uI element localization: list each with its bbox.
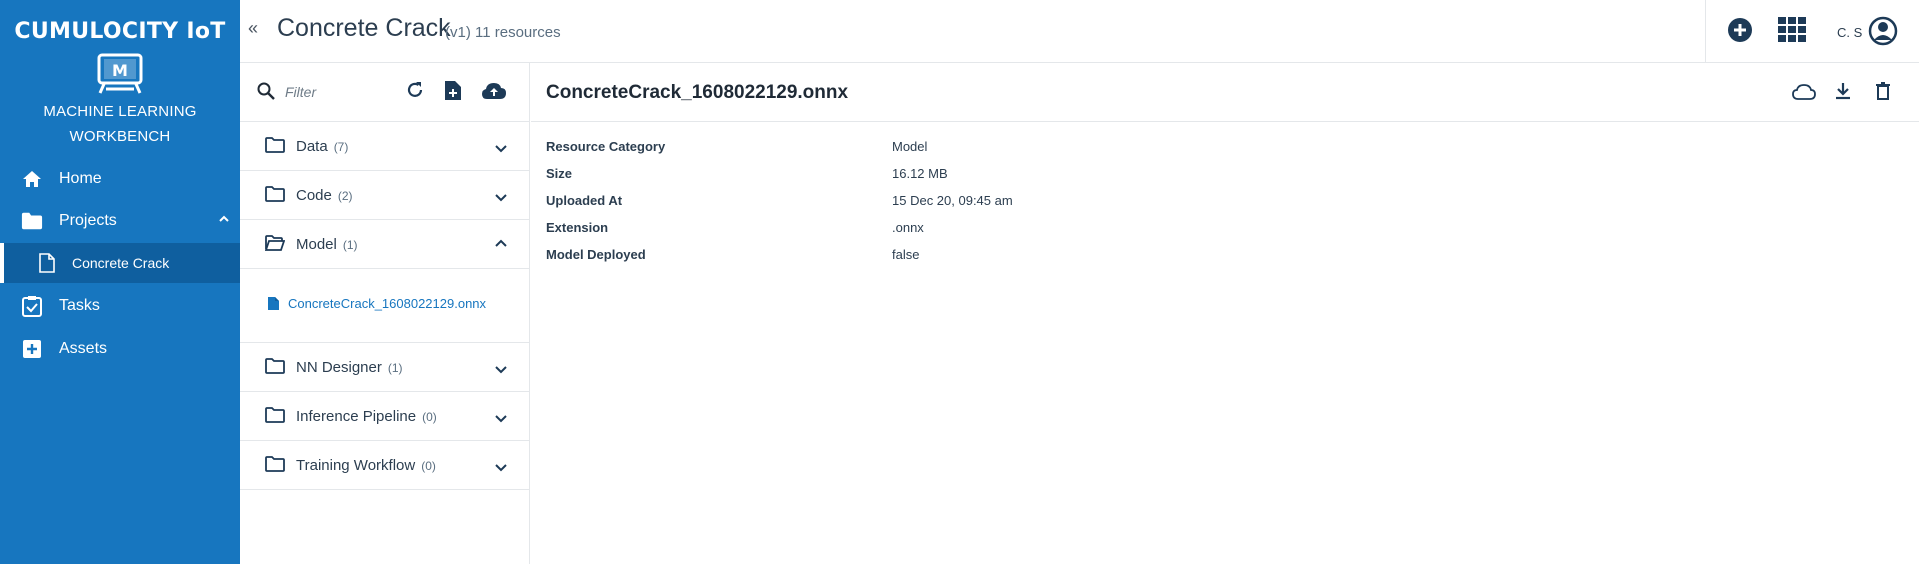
property-row: Model Deployed false [546,247,919,262]
home-icon [21,168,43,190]
group-name: Training Workflow [296,457,416,474]
nav-assets-label: Assets [59,339,108,357]
details-header: ConcreteCrack_1608022129.onnx [531,63,1919,122]
cloud-upload-icon[interactable] [481,82,507,105]
chevron-down-icon [495,361,507,379]
property-key: Size [546,166,573,181]
property-row: Extension .onnx [546,220,924,235]
nav-project-concrete-crack[interactable]: Concrete Crack [0,243,240,283]
group-label: NN Designer (1) [296,359,403,376]
nav-tasks[interactable]: Tasks [0,285,240,326]
nav-project-label: Concrete Crack [72,255,170,271]
delete-icon[interactable] [1876,82,1890,105]
property-row: Size 16.12 MB [546,166,948,181]
clipboard-check-icon [21,295,43,317]
sidebar: CUMULOCITY IoT M MACHINE LEARNING WORKBE… [0,0,240,564]
chevron-down-icon [495,459,507,477]
nav-projects-label: Projects [59,211,117,229]
property-row: Resource Category Model [546,139,927,154]
cloud-icon[interactable] [1792,84,1816,105]
group-name: Inference Pipeline [296,408,417,425]
group-model[interactable]: Model (1) [240,220,529,269]
nav-home-label: Home [59,169,102,187]
group-data[interactable]: Data (7) [240,122,529,171]
page-subtitle: (v1) 11 resources [445,24,561,41]
page-title: Concrete Crack [277,14,451,42]
group-label: Model (1) [296,236,358,253]
group-count: (0) [422,410,437,424]
property-value: 16.12 MB [892,166,948,181]
chevron-up-icon [218,212,230,230]
file-icon [268,297,279,310]
app-switcher-grid-icon[interactable] [1778,17,1806,48]
chevron-down-icon [495,189,507,207]
folder-icon [265,358,285,379]
chevron-down-icon [495,140,507,158]
nav-home[interactable]: Home [0,158,240,199]
group-code[interactable]: Code (2) [240,171,529,220]
folder-icon [265,137,285,158]
resource-details: ConcreteCrack_1608022129.onnx Resource C… [531,63,1919,564]
add-circle-icon[interactable] [1727,17,1753,48]
model-file-name: ConcreteCrack_1608022129.onnx [288,296,487,311]
folder-icon [265,456,285,477]
group-inference-pipeline[interactable]: Inference Pipeline (0) [240,392,529,441]
svg-text:M: M [112,61,128,80]
nav-assets[interactable]: Assets [0,328,240,369]
add-file-icon[interactable] [444,80,462,106]
property-value: Model [892,139,928,154]
group-count: (7) [333,140,349,154]
property-key: Resource Category [546,139,666,154]
group-count: (1) [342,238,358,252]
property-value: 15 Dec 20, 09:45 am [892,193,1013,208]
add-box-icon [21,338,43,360]
details-title: ConcreteCrack_1608022129.onnx [546,82,849,103]
download-icon[interactable] [1835,82,1851,105]
folder-icon [21,210,43,232]
folder-icon [265,186,285,207]
property-row: Uploaded At 15 Dec 20, 09:45 am [546,193,1013,208]
group-label: Data (7) [296,138,348,155]
model-file-link[interactable]: ConcreteCrack_1608022129.onnx [268,296,486,311]
filter-toolbar [240,63,529,122]
chevron-down-icon [495,410,507,428]
app-name-line1: MACHINE LEARNING [43,103,197,120]
user-initials[interactable]: C. S [1837,25,1862,40]
search-icon [257,82,275,105]
property-key: Uploaded At [546,193,623,208]
property-value: false [892,247,920,262]
user-account-icon[interactable] [1868,16,1898,51]
group-name: NN Designer [296,359,382,376]
property-key: Model Deployed [546,247,646,262]
group-count: (0) [421,459,436,473]
app-name-line2: WORKBENCH [69,128,171,145]
group-nn-designer[interactable]: NN Designer (1) [240,343,529,392]
group-label: Training Workflow (0) [296,457,436,474]
folder-icon [265,407,285,428]
property-value: .onnx [892,220,924,235]
top-header: « Concrete Crack (v1) 11 resources C. S [240,0,1919,63]
group-label: Inference Pipeline (0) [296,408,437,425]
group-name: Data [296,138,328,155]
group-label: Code (2) [296,187,353,204]
resource-panel: Data (7) Code (2) Model (1) ConcreteCrack_1… [240,63,530,564]
group-name: Code [296,187,332,204]
header-divider [1705,0,1706,63]
group-model-contents: ConcreteCrack_1608022129.onnx [240,269,529,343]
group-count: (1) [387,361,403,375]
folder-open-icon [264,235,286,256]
property-key: Extension [546,220,609,235]
collapse-sidebar-button[interactable]: « [248,18,258,39]
nav-tasks-label: Tasks [59,296,100,314]
ml-workbench-logo-icon: M [97,53,143,94]
filter-input[interactable] [285,81,395,103]
group-training-workflow[interactable]: Training Workflow (0) [240,441,529,490]
group-name: Model [296,236,337,253]
chevron-up-icon [495,236,507,254]
refresh-icon[interactable] [405,80,425,105]
nav-projects[interactable]: Projects [0,200,240,241]
app-name: MACHINE LEARNING WORKBENCH [0,99,240,149]
group-count: (2) [337,189,353,203]
file-icon [36,252,58,274]
